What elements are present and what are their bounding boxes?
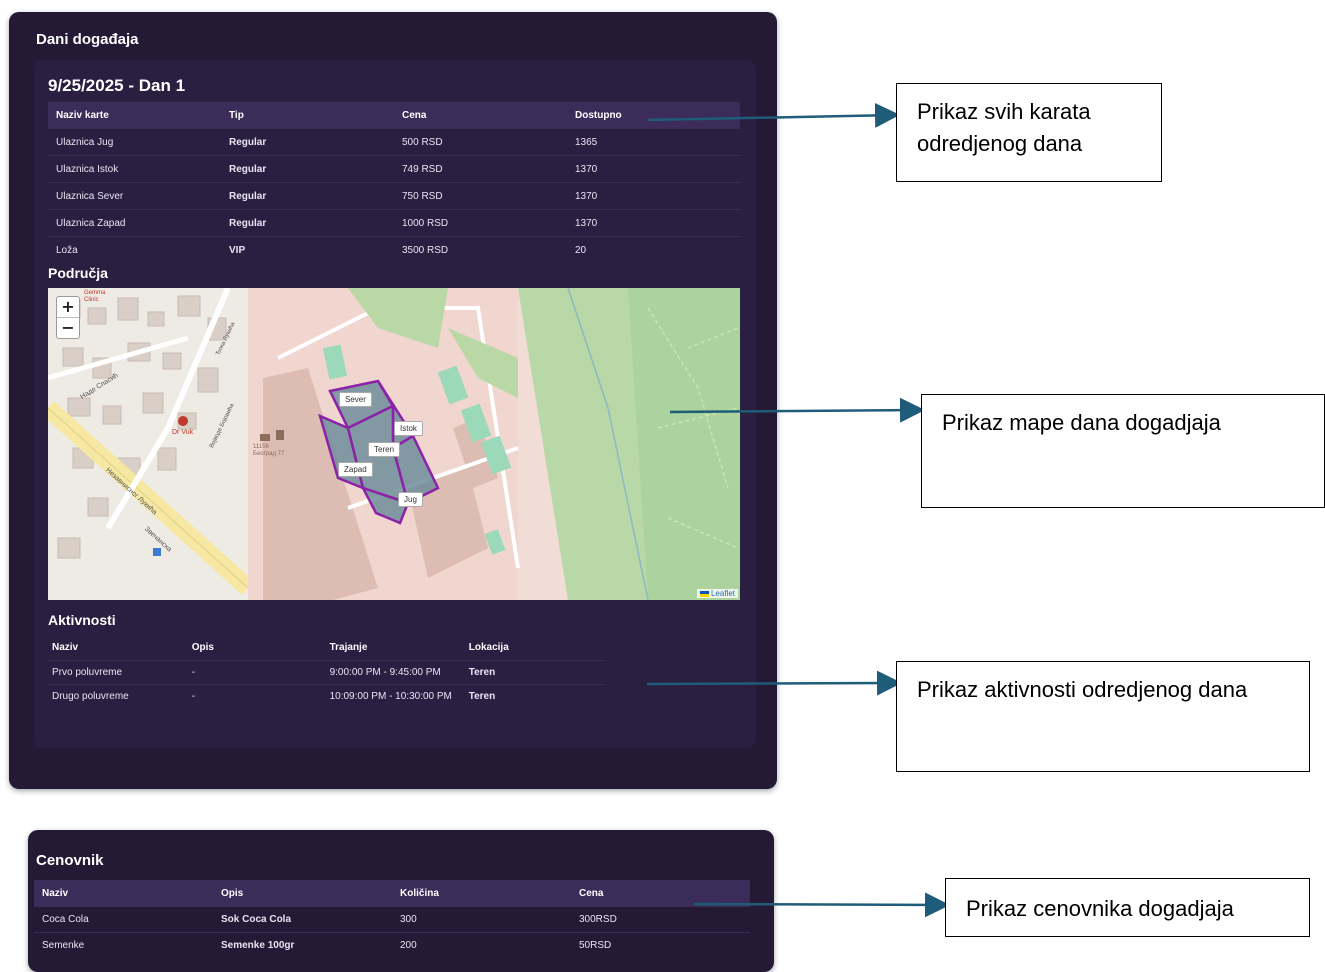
callout-tickets: Prikaz svih karata odredjenog dana (896, 83, 1162, 182)
arrow-map (669, 397, 925, 423)
callout-activities: Prikaz aktivnosti odredjenog dana (896, 661, 1310, 772)
callout-price-list: Prikaz cenovnika dogadjaja (945, 878, 1310, 937)
callout-map: Prikaz mape dana dogadjaja (921, 394, 1325, 508)
arrow-price-list (693, 892, 950, 918)
arrow-activities (646, 670, 902, 696)
arrow-tickets (647, 102, 900, 128)
